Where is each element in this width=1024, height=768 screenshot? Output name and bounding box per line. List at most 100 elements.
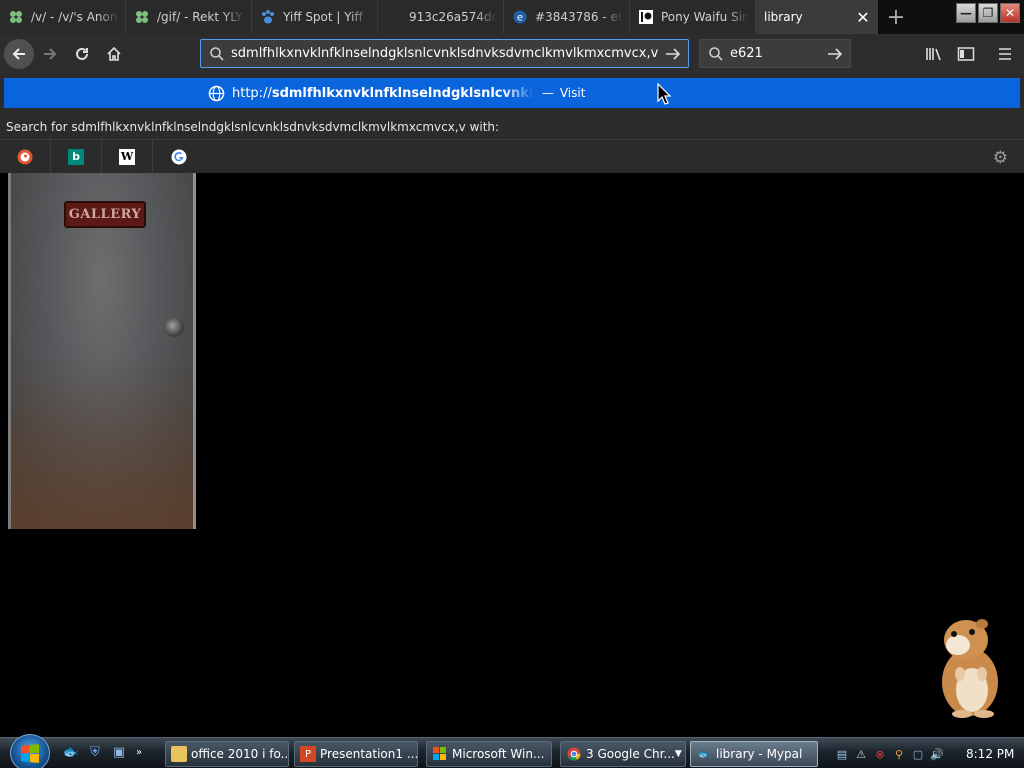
volume-tray-icon[interactable]: 🔊 [929,746,945,762]
tab-e621-post[interactable]: e #3843786 - e621 [504,0,630,34]
search-input[interactable]: e621 [730,46,826,61]
arrow-left-icon [12,47,25,60]
taskbar-item-office[interactable]: office 2010 i fo... [165,741,289,767]
hamster-image [920,612,1010,722]
autocomplete-suggestion[interactable]: http:// sdmlfhlkxnvklnfklnselndgklsnlcvn… [4,78,1020,108]
search-bar[interactable]: e621 [699,39,851,68]
minimize-button[interactable]: — [956,3,976,23]
blank-page-icon [386,9,402,25]
system-tray: ▤ ⚠ ⊗ ⚲ ▢ 🔊 [834,741,945,767]
one-off-search-engines: b W ⚙ [0,139,1024,174]
menu-icon[interactable] [993,42,1017,66]
powerpoint-icon: P [300,746,316,762]
gallery-door-image[interactable]: GALLERY [8,173,196,529]
restore-button[interactable]: ❐ [978,3,998,23]
search-engine-google[interactable] [153,140,204,174]
display-tray-icon[interactable]: ▢ [910,746,926,762]
mypal-quicklaunch-icon[interactable]: 🐟 [62,743,80,761]
antivirus-tray-icon[interactable]: ⊗ [872,746,888,762]
search-settings-gear-icon[interactable]: ⚙ [993,148,1008,168]
go-arrow-icon[interactable] [664,46,682,62]
reload-button[interactable] [66,38,98,70]
show-desktop-icon[interactable]: ▣ [110,743,128,761]
tab-image-hash[interactable]: 913c26a574dc3c245 [378,0,504,34]
taskbar-item-powerpoint[interactable]: P Presentation1 ... [294,741,418,767]
search-engine-bing[interactable]: b [51,139,102,174]
windows-taskbar: 🐟 ⛨ ▣ » office 2010 i fo... P Presentati… [0,734,1024,768]
tab-yiff-spot[interactable]: Yiff Spot | Yiff [252,0,378,34]
tab-title: library [764,10,803,24]
windows-logo-icon [21,744,39,763]
taskbar-item-microsoft-windows[interactable]: Microsoft Win... [426,741,552,767]
search-engine-wikipedia[interactable]: W [102,139,153,174]
windows-icon [432,746,448,762]
tab-pony-waifu[interactable]: Pony Waifu Sim [630,0,756,34]
navigation-toolbar: sdmlfhlkxnvklnfklnselndgklsnlcvnklsdnvks… [0,34,1024,73]
arrow-right-icon [44,47,57,60]
door-sign: GALLERY [64,201,146,228]
svg-text:e: e [517,13,523,24]
address-bar[interactable]: sdmlfhlkxnvklnfklnselndgklsnlcvnklsdnvks… [200,39,689,68]
tab-title: 913c26a574dc3c245 [409,10,497,24]
door-knob [165,318,184,337]
google-icon [171,149,187,165]
screen: /v/ - /v/'s Anon /gif/ - Rekt YLY Yiff S… [0,0,1024,768]
search-engine-duckduckgo[interactable] [0,139,51,174]
tab-title: Pony Waifu Sim [661,10,749,24]
mouse-cursor-icon [657,82,672,105]
taskbar-item-label: office 2010 i fo... [191,747,289,761]
duckduckgo-icon [17,149,33,165]
tab-title: /gif/ - Rekt YLY [157,10,243,24]
paw-icon [260,9,276,25]
taskbar-clock[interactable]: 8:12 PM [966,747,1014,761]
library-icon[interactable] [922,42,946,66]
suggestion-action: Visit [559,86,586,100]
new-tab-button[interactable]: + [878,0,914,34]
taskbar-item-label: library - Mypal [716,747,803,761]
tab-title: /v/ - /v/'s Anon [31,10,118,24]
tab-library[interactable]: library ✕ [756,0,878,34]
4chan-clover-icon [8,9,24,25]
taskbar-item-mypal[interactable]: 🐟 library - Mypal [690,741,818,767]
search-icon [709,46,723,61]
tab-gif-board[interactable]: /gif/ - Rekt YLY [126,0,252,34]
mypal-icon: 🐟 [697,748,711,760]
home-icon [107,46,121,61]
tab-title: Yiff Spot | Yiff [283,10,363,24]
taskbar-item-chrome[interactable]: 3 Google Chr... ▼ [560,741,686,767]
close-tab-icon[interactable]: ✕ [855,8,871,27]
taskbar-item-label: 3 Google Chr... [586,747,675,761]
go-arrow-icon[interactable] [826,46,844,62]
taskbar-item-label: Presentation1 ... [320,747,418,761]
chevron-down-icon[interactable]: ▼ [675,749,682,759]
bing-icon: b [68,148,84,165]
chrome-icon [566,746,582,762]
chevron-right-icon[interactable]: » [134,743,144,761]
start-button[interactable] [10,734,50,768]
forward-button[interactable] [34,38,66,70]
back-button[interactable] [4,38,34,69]
sidebar-icon[interactable] [954,42,978,66]
suggestion-separator: — [541,86,554,100]
shield-quicklaunch-icon[interactable]: ⛨ [86,743,104,761]
security-tray-icon[interactable]: ⚠ [853,746,869,762]
autocomplete-popup: http:// sdmlfhlkxnvklnfklnselndgklsnlcvn… [0,73,1024,174]
reload-icon [76,47,88,60]
globe-icon [208,85,225,101]
close-window-button[interactable]: ✕ [1000,3,1020,23]
search-for-label: Search for sdmlfhlkxnvklnfklnselndgklsnl… [6,120,500,134]
tab-v-board[interactable]: /v/ - /v/'s Anon [0,0,126,34]
4chan-clover-icon [134,9,150,25]
tab-title: #3843786 - e621 [535,10,623,24]
search-tray-icon[interactable]: ⚲ [891,746,907,762]
suggestion-host: sdmlfhlkxnvklnfklnselndgklsnlcvnklsdnvks… [271,85,534,101]
quick-launch: 🐟 ⛨ ▣ » [62,743,144,761]
patreon-icon [638,9,654,25]
taskbar-item-label: Microsoft Win... [452,747,545,761]
network-tray-icon[interactable]: ▤ [834,746,850,762]
window-controls: — ❐ ✕ [956,3,1020,23]
address-input[interactable]: sdmlfhlkxnvklnfklnselndgklsnlcvnklsdnvks… [231,46,664,61]
home-button[interactable] [98,38,130,70]
wikipedia-icon: W [119,148,135,165]
suggestion-protocol: http:// [232,85,272,101]
